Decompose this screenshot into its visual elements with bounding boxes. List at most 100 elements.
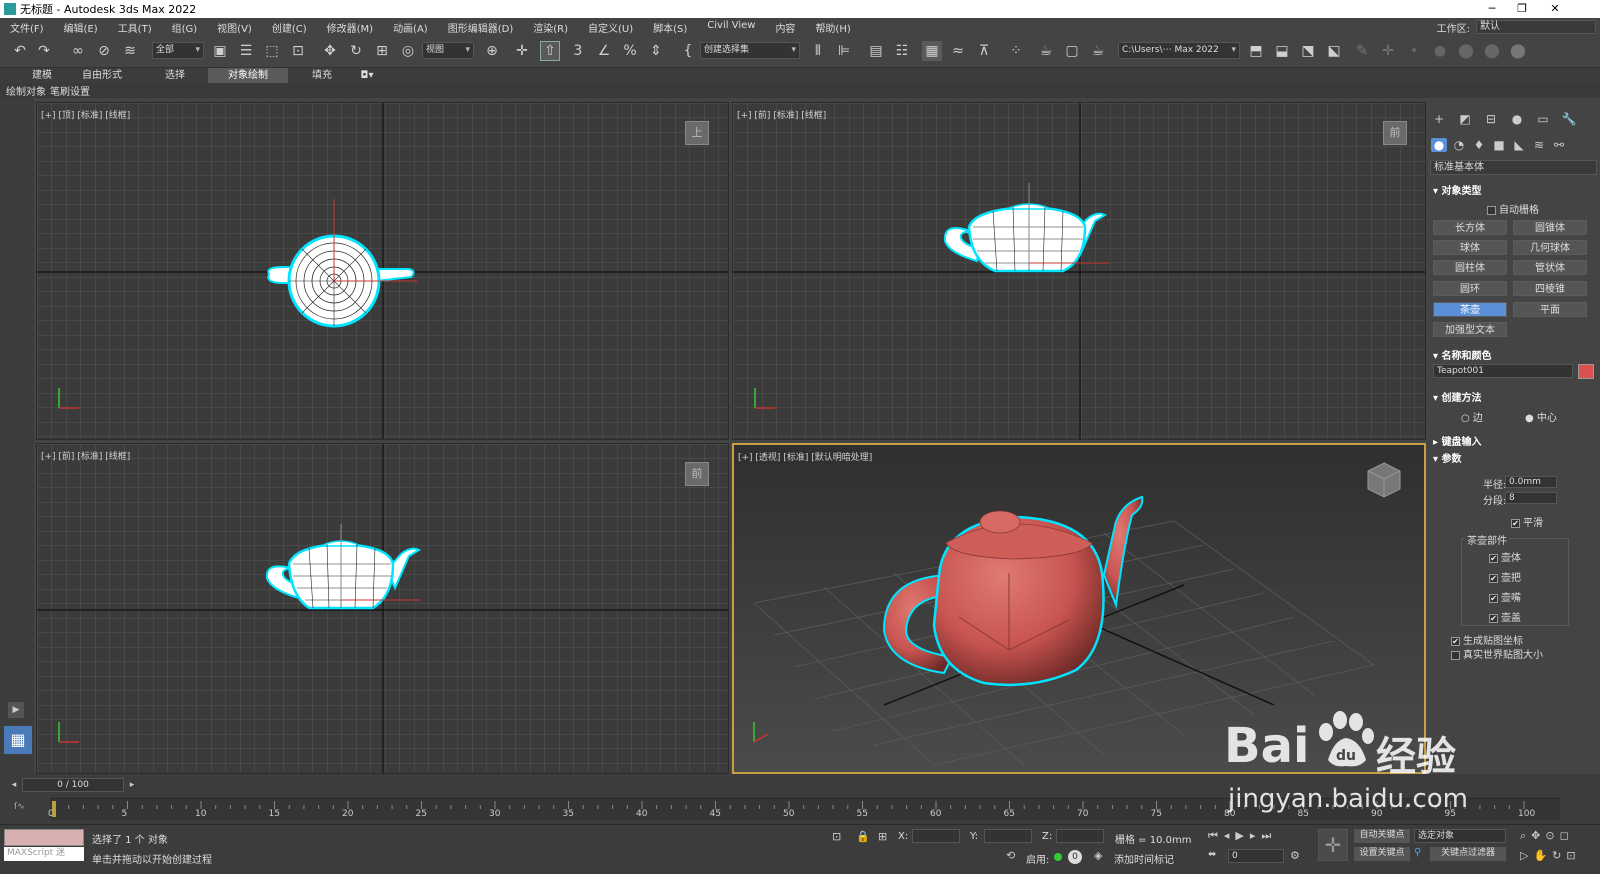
- menu-item-4[interactable]: 视图(V): [207, 20, 262, 35]
- tube-button[interactable]: 管状体: [1513, 260, 1587, 275]
- mirror-icon[interactable]: ⫴: [808, 41, 828, 61]
- schematic-view-icon[interactable]: ⊼: [974, 41, 994, 61]
- absolute-mode-icon[interactable]: ⊞: [878, 830, 887, 843]
- container-icon[interactable]: ⬕: [1324, 41, 1344, 61]
- window-crossing-icon[interactable]: ⊡: [288, 41, 308, 61]
- part-spout-checkbox[interactable]: ✔ 壶嘴: [1489, 589, 1521, 604]
- snaps-toggle-icon[interactable]: 3: [568, 41, 588, 61]
- project-folder-dropdown[interactable]: C:\Users\⋯ Max 2022: [1118, 42, 1240, 59]
- real-world-map-checkbox[interactable]: 真实世界贴图大小: [1451, 646, 1543, 661]
- parameters-header[interactable]: ▾ 参数: [1433, 450, 1462, 465]
- geosphere-button[interactable]: 几何球体: [1513, 240, 1587, 255]
- radius-spinner[interactable]: 0.0mm: [1505, 476, 1557, 488]
- sphere-button[interactable]: 球体: [1433, 240, 1507, 255]
- curve-editor-icon[interactable]: ≈: [948, 41, 968, 61]
- cylinder-button[interactable]: 圆柱体: [1433, 260, 1507, 275]
- set-key-big-button[interactable]: ✛: [1318, 829, 1348, 861]
- geometry-icon[interactable]: ●: [1431, 138, 1447, 152]
- cross-icon[interactable]: ✛: [1378, 41, 1398, 61]
- toggle-ribbon-icon[interactable]: ▦: [922, 41, 942, 61]
- rect-selection-icon[interactable]: ⬚: [262, 41, 282, 61]
- rotate-icon[interactable]: ↻: [346, 41, 366, 61]
- menu-item-5[interactable]: 创建(C): [262, 20, 317, 35]
- current-frame-marker[interactable]: [52, 801, 56, 817]
- dot-medium-icon[interactable]: ●: [1430, 41, 1450, 61]
- tab-modeling[interactable]: 建模: [14, 68, 70, 83]
- reference-coord-dropdown[interactable]: 视图: [422, 42, 474, 59]
- undo-icon[interactable]: ↶: [10, 41, 30, 61]
- pen-icon[interactable]: ✎: [1352, 41, 1372, 61]
- hierarchy-tab-icon[interactable]: ⊟: [1483, 112, 1499, 126]
- x-coord-input[interactable]: [912, 829, 960, 843]
- menu-item-0[interactable]: 文件(F): [0, 20, 54, 35]
- set-key-button[interactable]: 设置关键点: [1354, 847, 1410, 861]
- smooth-checkbox[interactable]: ✔ 平滑: [1511, 514, 1543, 529]
- tab-object-paint[interactable]: 对象绘制: [208, 68, 288, 83]
- smooth-check[interactable]: ✔: [1511, 518, 1520, 528]
- teapot-button[interactable]: 茶壶: [1433, 302, 1507, 317]
- viewport-label[interactable]: [+] [顶] [标准] [线框]: [41, 108, 130, 121]
- menu-item-12[interactable]: Civil View: [697, 20, 765, 35]
- subtab-paint-objects[interactable]: 绘制对象: [6, 83, 46, 98]
- real-world-check[interactable]: [1451, 650, 1460, 660]
- maxscript-input[interactable]: MAXScript 迷: [4, 847, 84, 861]
- viewport-layout-icon[interactable]: ▦: [4, 726, 32, 754]
- viewport-label[interactable]: [+] [前] [标准] [线框]: [41, 449, 130, 462]
- viewport-front[interactable]: [+] [前] [标准] [线框] 前: [732, 102, 1426, 440]
- part-handle-check[interactable]: ✔: [1489, 573, 1498, 583]
- menu-item-14[interactable]: 帮助(H): [805, 20, 860, 35]
- tab-populate[interactable]: 填充: [292, 68, 352, 83]
- menu-item-10[interactable]: 自定义(U): [578, 20, 643, 35]
- playback-controls[interactable]: ⏮◂▶▸⏭: [1208, 829, 1277, 843]
- cone-button[interactable]: 圆锥体: [1513, 220, 1587, 235]
- select-manipulate-icon[interactable]: ✛: [512, 41, 532, 61]
- text-plus-button[interactable]: 加强型文本: [1433, 322, 1507, 337]
- menu-item-1[interactable]: 编辑(E): [54, 20, 108, 35]
- viewcube[interactable]: 上: [685, 121, 709, 145]
- viewport-top[interactable]: [+] [顶] [标准] [线框] 上: [36, 102, 729, 440]
- menu-item-9[interactable]: 渲染(R): [523, 20, 578, 35]
- select-by-name-icon[interactable]: ☰: [236, 41, 256, 61]
- key-mode-dropdown[interactable]: 选定对象: [1414, 829, 1506, 843]
- creation-method-header[interactable]: ▾ 创建方法: [1433, 389, 1482, 404]
- move-icon[interactable]: ✥: [320, 41, 340, 61]
- material-editor-icon[interactable]: ⁘: [1006, 41, 1026, 61]
- place-icon[interactable]: ◎: [398, 41, 418, 61]
- isolate-selection-icon[interactable]: ⊡: [832, 830, 841, 843]
- expand-arrow-icon[interactable]: ▶: [8, 702, 24, 718]
- segments-spinner[interactable]: 8: [1505, 492, 1557, 504]
- link-icon[interactable]: ∞: [68, 41, 88, 61]
- time-config-icon[interactable]: ⚙: [1290, 849, 1300, 862]
- redo-icon[interactable]: ↷: [34, 41, 54, 61]
- tab-selection[interactable]: 选择: [146, 68, 204, 83]
- part-lid-check[interactable]: ✔: [1489, 613, 1498, 623]
- plane-button[interactable]: 平面: [1513, 302, 1587, 317]
- center-radio[interactable]: ● 中心: [1525, 409, 1557, 424]
- circle-xl-icon[interactable]: ⬤: [1508, 41, 1528, 61]
- asset-tracking-icon[interactable]: ⬓: [1272, 41, 1292, 61]
- layer-explorer-icon[interactable]: ☷: [892, 41, 912, 61]
- percent-snap-icon[interactable]: %: [620, 41, 640, 61]
- add-time-tag-icon[interactable]: ◈: [1094, 849, 1102, 862]
- name-color-header[interactable]: ▾ 名称和颜色: [1433, 347, 1492, 362]
- unlink-icon[interactable]: ⊘: [94, 41, 114, 61]
- part-handle-checkbox[interactable]: ✔ 壶把: [1489, 569, 1521, 584]
- part-spout-check[interactable]: ✔: [1489, 593, 1498, 603]
- current-frame-input[interactable]: 0: [1228, 849, 1284, 863]
- viewcube[interactable]: 前: [685, 462, 709, 486]
- create-tab-icon[interactable]: +: [1431, 112, 1447, 126]
- open-explorer-icon[interactable]: ⬒: [1246, 41, 1266, 61]
- pyramid-button[interactable]: 四棱锥: [1513, 281, 1587, 296]
- keyboard-shortcut-override-icon[interactable]: ⇧: [540, 41, 560, 61]
- shapes-icon[interactable]: ◔: [1451, 138, 1467, 152]
- bind-space-warp-icon[interactable]: ≋: [120, 41, 140, 61]
- named-selection-set-dropdown[interactable]: 创建选择集: [700, 42, 800, 59]
- menu-item-7[interactable]: 动画(A): [383, 20, 438, 35]
- autogrid-check[interactable]: [1487, 205, 1496, 215]
- torus-button[interactable]: 圆环: [1433, 281, 1507, 296]
- curve-editor-mini-icon[interactable]: ſ∿: [14, 802, 25, 812]
- adaptive-degradation-icon[interactable]: ⟲: [1006, 849, 1015, 862]
- angle-snap-icon[interactable]: ∠: [594, 41, 614, 61]
- scale-icon[interactable]: ⊞: [372, 41, 392, 61]
- menu-item-8[interactable]: 图形编辑器(D): [438, 20, 524, 35]
